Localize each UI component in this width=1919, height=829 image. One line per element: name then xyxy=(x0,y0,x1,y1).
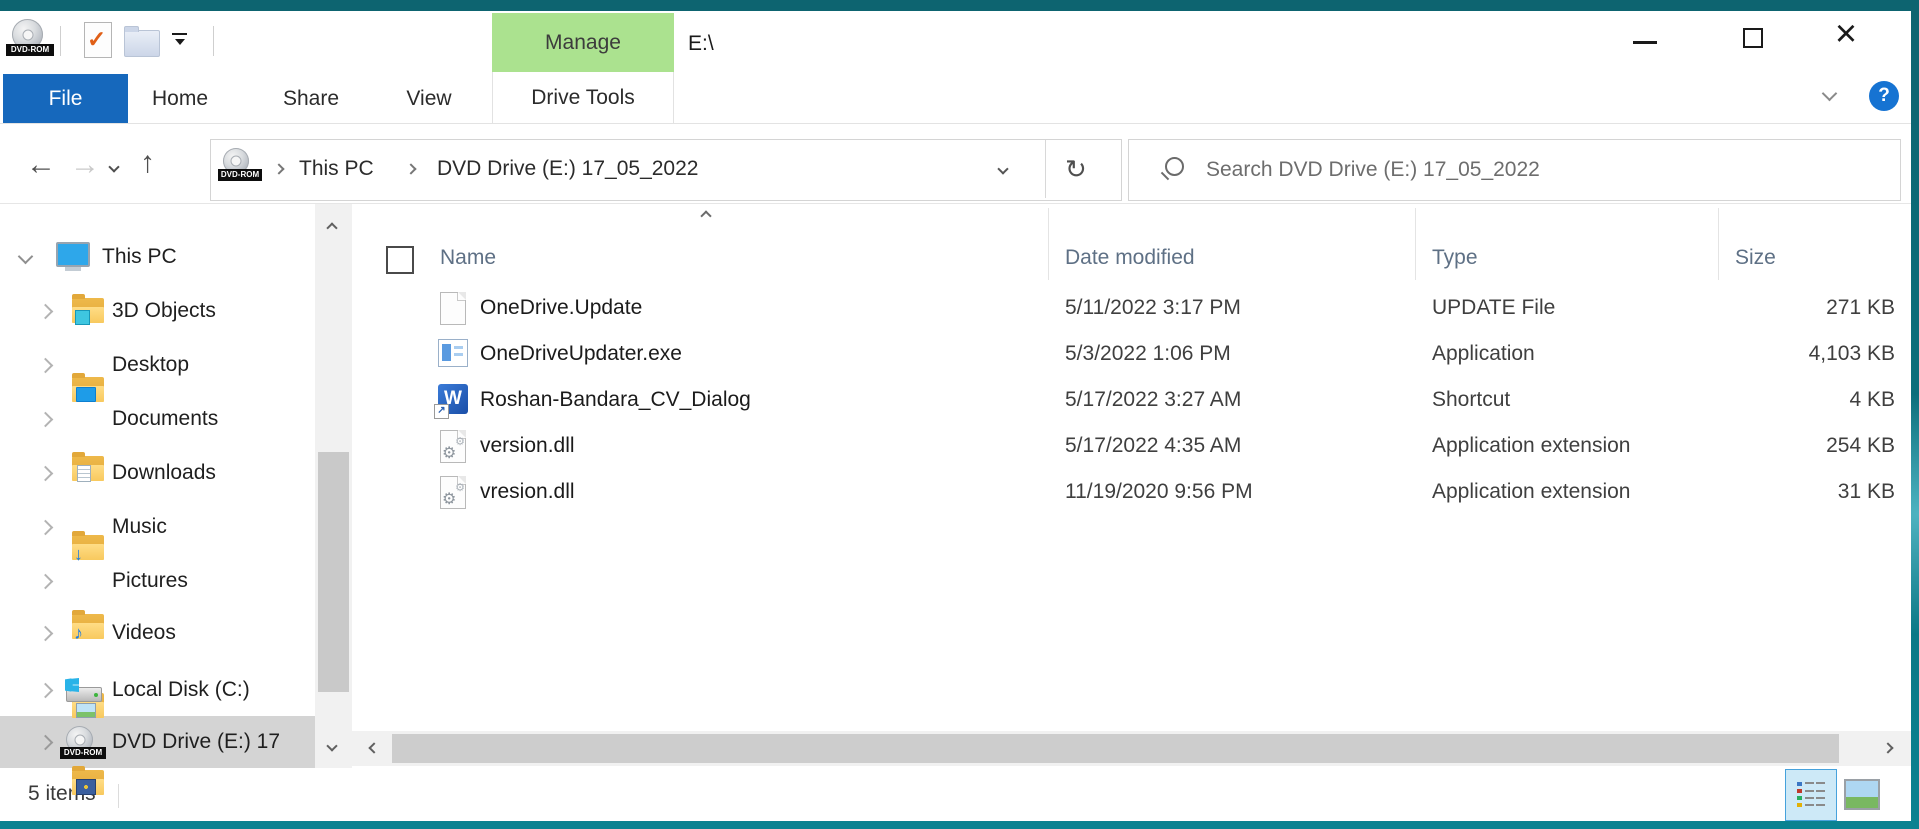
properties-check-icon[interactable] xyxy=(84,22,112,58)
statusbar-divider xyxy=(118,784,119,808)
qat-separator xyxy=(213,26,214,56)
sidebar-item-label: Pictures xyxy=(112,569,188,593)
file-name: vresion.dll xyxy=(480,480,575,504)
breadcrumb-current-folder[interactable]: DVD Drive (E:) 17_05_2022 xyxy=(437,154,698,184)
sidebar-item-label: Desktop xyxy=(112,353,189,377)
application-icon xyxy=(437,337,471,371)
column-divider[interactable] xyxy=(1718,208,1719,280)
up-button[interactable]: ↑ xyxy=(140,148,155,178)
column-header-type[interactable]: Type xyxy=(1432,246,1478,270)
sidebar-item-label: Downloads xyxy=(112,461,216,485)
forward-button[interactable]: → xyxy=(70,150,100,180)
thumbnail-view-button[interactable] xyxy=(1843,776,1879,812)
tab-home[interactable]: Home xyxy=(150,74,210,123)
sidebar-item-label: This PC xyxy=(102,245,177,269)
toolbar-divider xyxy=(0,203,1911,204)
tab-share[interactable]: Share xyxy=(282,74,340,123)
manage-contextual-tab[interactable]: Manage xyxy=(492,13,674,72)
file-type: Application extension xyxy=(1432,434,1630,458)
search-box[interactable] xyxy=(1128,139,1901,201)
breadcrumb-chevron-icon[interactable] xyxy=(405,163,416,174)
desktop: DVD-ROM Manage E:\ File Home Share View … xyxy=(0,0,1919,829)
file-name: OneDriveUpdater.exe xyxy=(480,342,682,366)
file-date: 5/17/2022 4:35 AM xyxy=(1065,434,1241,458)
folder-videos-icon xyxy=(72,770,104,795)
sidebar-item-label: Music xyxy=(112,515,167,539)
file-date: 5/11/2022 3:17 PM xyxy=(1065,296,1241,320)
file-icon xyxy=(437,291,471,325)
minimize-button[interactable] xyxy=(1633,41,1657,44)
folder-music-icon: ♪ xyxy=(72,614,104,639)
dll-icon xyxy=(437,475,471,509)
tab-view[interactable]: View xyxy=(404,74,454,123)
new-folder-icon[interactable] xyxy=(124,30,160,57)
column-divider[interactable] xyxy=(1415,208,1416,280)
sidebar-item-label: Documents xyxy=(112,407,218,431)
column-header-name[interactable]: Name xyxy=(440,246,496,270)
details-view-button[interactable] xyxy=(1785,769,1837,821)
file-type: UPDATE File xyxy=(1432,296,1555,320)
file-size: 271 KB xyxy=(1690,296,1895,320)
column-header-date-modified[interactable]: Date modified xyxy=(1065,246,1195,270)
maximize-button[interactable] xyxy=(1743,28,1763,48)
window-title: E:\ xyxy=(688,32,714,56)
details-view-icon xyxy=(1797,782,1825,808)
sidebar-scrollbar-thumb[interactable] xyxy=(318,452,349,692)
dll-icon xyxy=(437,429,471,463)
dvd-rom-chip-label: DVD-ROM xyxy=(6,44,54,56)
thumbnail-view-icon xyxy=(1844,779,1880,810)
sidebar-item-label: DVD Drive (E:) 17 xyxy=(112,730,280,754)
sidebar-dvd-chip-label: DVD-ROM xyxy=(60,747,106,759)
sidebar-item-label: 3D Objects xyxy=(112,299,216,323)
tab-file[interactable]: File xyxy=(3,74,128,123)
refresh-icon[interactable]: ↻ xyxy=(1065,152,1087,186)
horizontal-scrollbar-thumb[interactable] xyxy=(392,734,1839,763)
breadcrumb-chevron-icon[interactable] xyxy=(273,163,284,174)
customize-toolbar-dropdown-icon[interactable] xyxy=(172,33,187,47)
file-name: version.dll xyxy=(480,434,575,458)
folder-documents-icon xyxy=(72,456,104,481)
folder-3d-objects-icon xyxy=(72,298,104,323)
file-name: OneDrive.Update xyxy=(480,296,642,320)
this-pc-icon xyxy=(56,242,90,267)
file-type: Application extension xyxy=(1432,480,1630,504)
file-size: 254 KB xyxy=(1690,434,1895,458)
column-header-size[interactable]: Size xyxy=(1735,246,1776,270)
ribbon-divider xyxy=(0,123,1911,124)
select-all-checkbox[interactable] xyxy=(386,246,414,274)
file-date: 11/19/2020 9:56 PM xyxy=(1065,480,1253,504)
back-button[interactable]: ← xyxy=(26,150,56,180)
explorer-window xyxy=(0,11,1911,821)
help-button[interactable] xyxy=(1869,81,1899,111)
breadcrumb-dvd-chip-label: DVD-ROM xyxy=(218,169,262,181)
file-date: 5/17/2022 3:27 AM xyxy=(1065,388,1241,412)
file-name: Roshan-Bandara_CV_Dialog xyxy=(480,388,751,412)
column-divider[interactable] xyxy=(1048,208,1049,280)
sidebar-item-label: Videos xyxy=(112,621,176,645)
address-divider xyxy=(1045,140,1046,198)
address-bar[interactable]: DVD-ROM This PC DVD Drive (E:) 17_05_202… xyxy=(210,139,1122,201)
search-input[interactable] xyxy=(1204,150,1848,190)
file-type: Shortcut xyxy=(1432,388,1510,412)
file-size: 4,103 KB xyxy=(1690,342,1895,366)
folder-downloads-icon: ↓ xyxy=(72,535,104,560)
local-disk-icon xyxy=(66,687,102,702)
file-date: 5/3/2022 1:06 PM xyxy=(1065,342,1231,366)
qat-separator xyxy=(60,26,61,56)
folder-desktop-icon xyxy=(72,377,104,402)
file-size: 31 KB xyxy=(1690,480,1895,504)
sidebar-item-label: Local Disk (C:) xyxy=(112,678,250,702)
tab-drive-tools[interactable]: Drive Tools xyxy=(492,72,674,123)
breadcrumb-this-pc[interactable]: This PC xyxy=(299,154,374,184)
word-shortcut-icon xyxy=(437,383,471,417)
address-dropdown-icon[interactable] xyxy=(997,163,1008,174)
file-type: Application xyxy=(1432,342,1535,366)
file-size: 4 KB xyxy=(1690,388,1895,412)
close-button[interactable] xyxy=(1826,12,1866,56)
search-icon xyxy=(1165,157,1184,176)
